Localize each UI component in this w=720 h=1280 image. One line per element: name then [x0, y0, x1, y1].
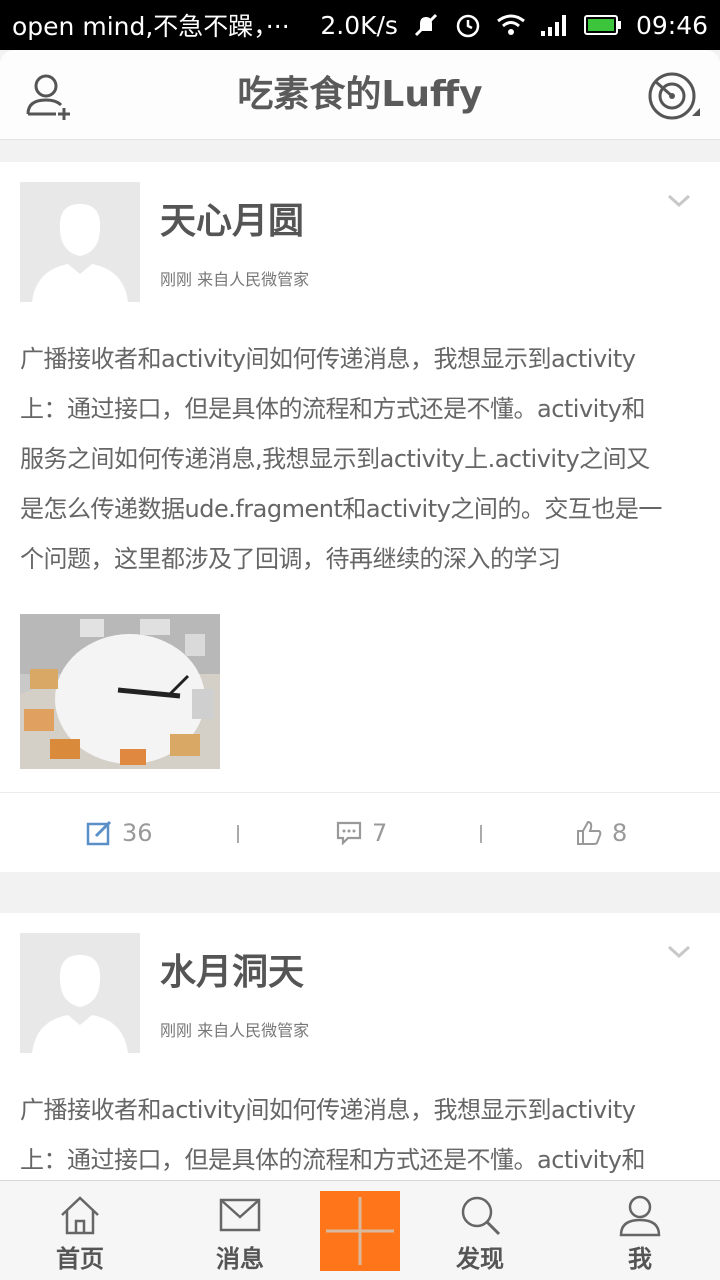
nav-me[interactable]: 我	[580, 1181, 700, 1280]
mute-icon	[412, 11, 440, 39]
post-text-line: 广播接收者和activity间如何传递消息，我想显示到activity	[20, 1096, 636, 1124]
post-meta: 刚刚 来自人民微管家	[160, 1021, 310, 1040]
post-text-line: 个问题，这里都涉及了回调，待再继续的深入的学习	[20, 545, 561, 573]
edit-icon	[86, 820, 112, 846]
post-text-line: 上：通过接口，但是具体的流程和方式还是不懂。activity和	[20, 1146, 645, 1174]
like-button[interactable]: 8	[576, 793, 627, 873]
feed[interactable]: 天心月圆 刚刚 来自人民微管家 广播接收者和activity间如何传递消息，我想…	[0, 140, 720, 1180]
post-meta: 刚刚 来自人民微管家	[160, 270, 310, 289]
alarm-icon	[454, 11, 482, 39]
post-actions: 36 7 8	[0, 792, 720, 872]
signal-icon	[540, 13, 570, 37]
comment-icon	[336, 821, 362, 845]
bottom-nav: 首页 消息 发现 我	[0, 1180, 720, 1280]
nav-discover-label: 发现	[456, 1245, 504, 1273]
home-icon	[61, 1196, 99, 1235]
divider	[480, 825, 482, 843]
post-text-line: 广播接收者和activity间如何传递消息，我想显示到activity	[20, 345, 636, 373]
nav-home-label: 首页	[56, 1245, 104, 1273]
post-text-line: 服务之间如何传递消息,我想显示到activity上.activity之间又	[20, 445, 650, 473]
page-title: 吃素食的Luffy	[237, 74, 483, 115]
compose-button[interactable]	[320, 1191, 400, 1271]
plus-icon	[326, 1197, 394, 1265]
search-icon	[461, 1196, 501, 1236]
clock-time: 09:46	[635, 10, 708, 40]
nav-me-label: 我	[628, 1245, 652, 1273]
nav-discover[interactable]: 发现	[420, 1181, 540, 1280]
avatar[interactable]	[20, 933, 140, 1053]
avatar[interactable]	[20, 182, 140, 302]
thumbs-up-icon	[577, 820, 602, 845]
comment-button[interactable]: 7	[336, 793, 387, 873]
wifi-icon	[496, 13, 526, 37]
mail-icon	[219, 1198, 261, 1232]
author-name[interactable]: 天心月圆	[160, 192, 304, 244]
notification-text: open mind,不急不躁，···	[12, 12, 290, 41]
nav-messages[interactable]: 消息	[180, 1181, 300, 1280]
like-count: 8	[612, 819, 628, 847]
post-text-line: 是怎么传递数据ude.fragment和activity之间的。交互也是一	[20, 495, 662, 523]
default-avatar-icon	[20, 933, 140, 1053]
divider	[237, 825, 239, 843]
status-bar: open mind,不急不躁，··· 2.0K/s 09:46	[0, 0, 720, 50]
author-name[interactable]: 水月洞天	[160, 943, 304, 995]
default-avatar-icon	[20, 182, 140, 302]
radar-icon[interactable]	[646, 70, 700, 124]
clock-with-furniture-image	[20, 614, 220, 769]
post-text: 广播接收者和activity间如何传递消息，我想显示到activity 上：通过…	[20, 334, 704, 584]
repost-button[interactable]: 36	[86, 793, 153, 873]
chevron-down-icon[interactable]	[666, 943, 692, 961]
comment-count: 7	[372, 819, 388, 847]
title-bar: 吃素食的Luffy	[0, 50, 720, 140]
post-card[interactable]: 天心月圆 刚刚 来自人民微管家 广播接收者和activity间如何传递消息，我想…	[0, 162, 720, 872]
repost-count: 36	[122, 819, 153, 847]
chevron-down-icon[interactable]	[666, 192, 692, 210]
nav-home[interactable]: 首页	[20, 1181, 140, 1280]
battery-icon	[583, 14, 622, 36]
network-speed: 2.0K/s	[320, 10, 398, 40]
post-text-line: 上：通过接口，但是具体的流程和方式还是不懂。activity和	[20, 395, 645, 423]
post-card[interactable]: 水月洞天 刚刚 来自人民微管家 广播接收者和activity间如何传递消息，我想…	[0, 913, 720, 1180]
post-image[interactable]	[20, 614, 220, 769]
user-icon	[619, 1195, 661, 1237]
post-text: 广播接收者和activity间如何传递消息，我想显示到activity 上：通过…	[20, 1085, 704, 1180]
nav-messages-label: 消息	[216, 1245, 264, 1273]
